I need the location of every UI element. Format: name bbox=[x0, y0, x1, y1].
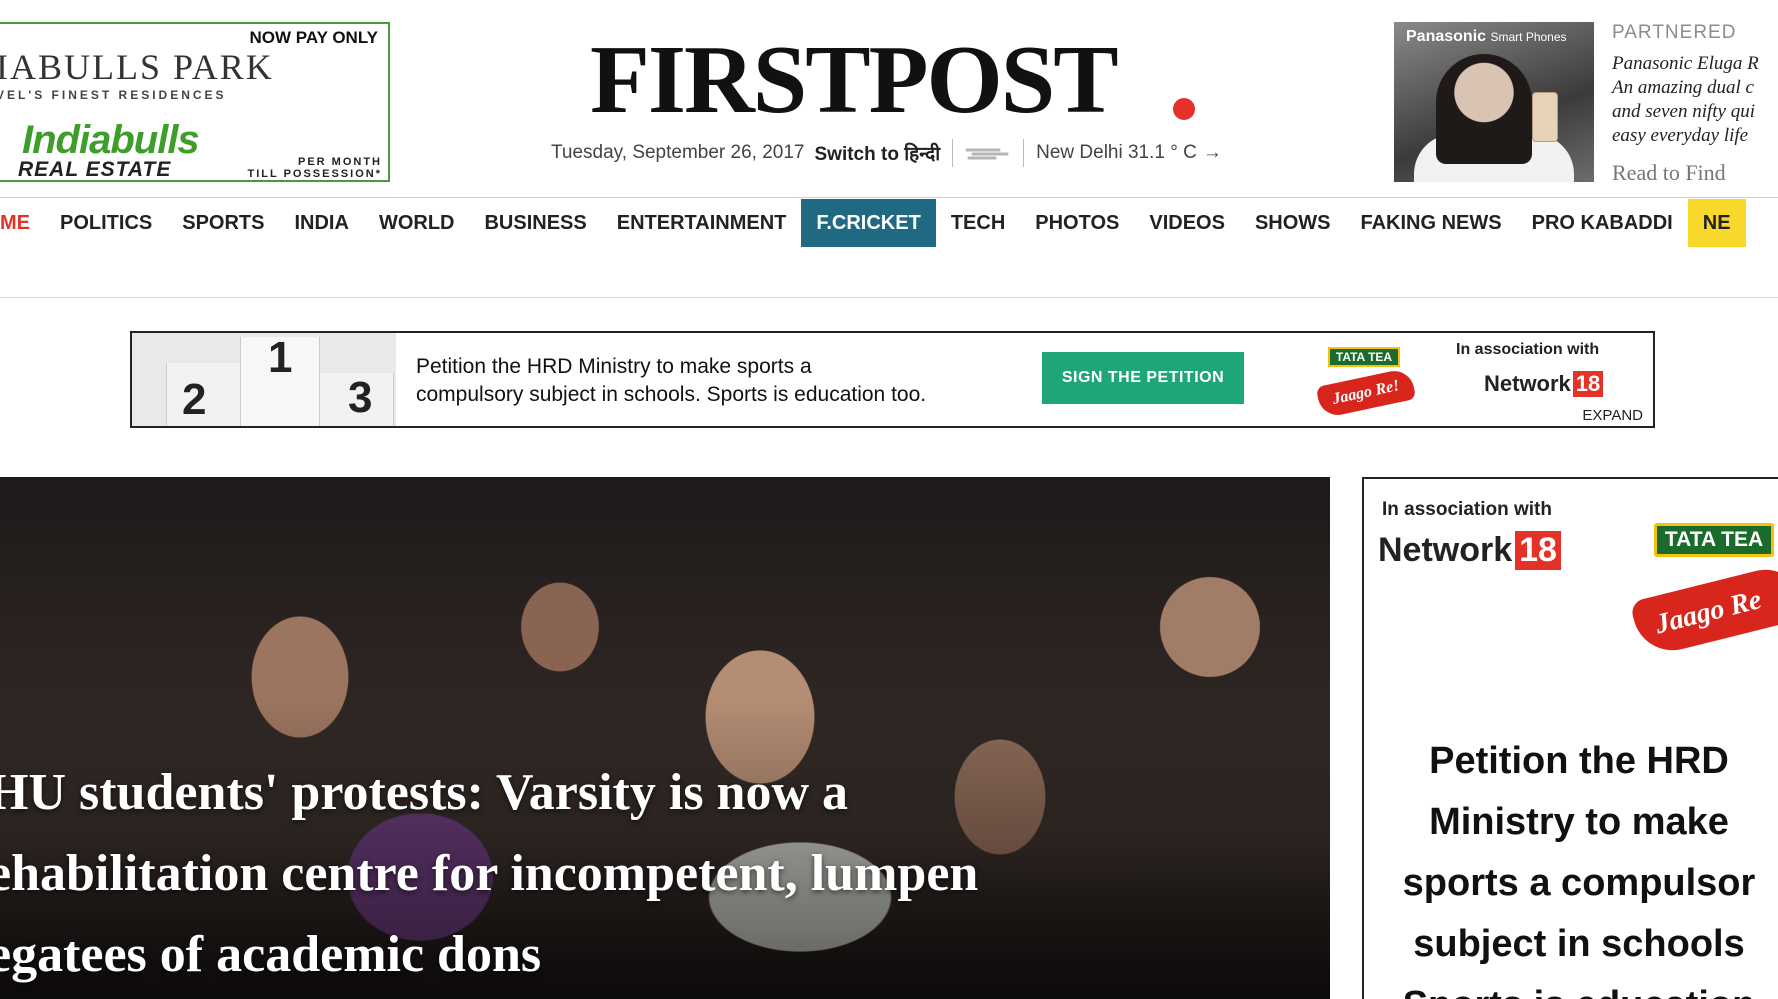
hero-headline-line: HU students' protests: Varsity is now a bbox=[0, 764, 849, 821]
switch-language-link[interactable]: Switch to हिन्दी bbox=[815, 140, 941, 166]
petition-text: Petition the HRD Ministry to make sports… bbox=[416, 353, 926, 409]
network18-logo: Network 18 bbox=[1378, 531, 1561, 570]
expand-button[interactable]: EXPAND bbox=[1582, 407, 1643, 424]
nav-item-home[interactable]: ME bbox=[0, 199, 45, 247]
haze-weather-icon bbox=[965, 145, 1011, 161]
current-date: Tuesday, September 26, 2017 bbox=[551, 142, 805, 163]
nav-item-shows[interactable]: SHOWS bbox=[1240, 199, 1346, 247]
podium-number: 1 bbox=[268, 333, 293, 382]
dateline: Tuesday, September 26, 2017 Switch to हि… bbox=[551, 139, 1222, 167]
side-ad-line: Petition the HRD bbox=[1429, 740, 1729, 782]
divider bbox=[1023, 139, 1025, 167]
weather-text[interactable]: New Delhi 31.1 ° C bbox=[1036, 142, 1197, 164]
side-ad-line: Sports is education bbox=[1364, 975, 1778, 999]
nav-item-india[interactable]: INDIA bbox=[279, 199, 363, 247]
nav-bottom-rule bbox=[0, 297, 1778, 298]
nav-item-tech[interactable]: TECH bbox=[936, 199, 1020, 247]
nav-item-sports[interactable]: SPORTS bbox=[167, 199, 279, 247]
association-label: In association with bbox=[1456, 341, 1600, 358]
side-ad-line: subject in schools bbox=[1413, 923, 1745, 965]
ad-model-image bbox=[1436, 54, 1532, 164]
indiabulls-logo: Indiabulls bbox=[22, 118, 200, 162]
partnered-label: PARTNERED bbox=[1612, 22, 1737, 43]
ad-park-name: IABULLS PARK bbox=[0, 47, 274, 87]
network18-logo: Network 18 bbox=[1484, 371, 1604, 397]
nav-top-rule bbox=[0, 197, 1778, 198]
main-nav: ME POLITICS SPORTS INDIA WORLD BUSINESS … bbox=[0, 199, 1746, 247]
jaago-re-label: Jaago Re bbox=[1629, 561, 1778, 659]
panasonic-sub: Smart Phones bbox=[1490, 30, 1567, 44]
arrow-right-icon[interactable]: → bbox=[1203, 142, 1222, 164]
hero-headline[interactable]: HU students' protests: Varsity is now a … bbox=[0, 752, 1318, 995]
partnered-line: An amazing dual c bbox=[1612, 77, 1754, 98]
nav-item-politics[interactable]: POLITICS bbox=[45, 199, 167, 247]
hero-headline-line: ehabilitation centre for incompetent, lu… bbox=[0, 845, 979, 902]
panasonic-ad[interactable]: Panasonic Smart Phones bbox=[1394, 22, 1594, 182]
partnered-line: easy everyday life bbox=[1612, 125, 1749, 146]
jaago-re-label: Jaago Re! bbox=[1315, 367, 1417, 419]
nav-item-fcricket[interactable]: F.CRICKET bbox=[801, 199, 936, 247]
ad-per-month: PER MONTH bbox=[298, 156, 382, 168]
tata-tea-logo: TATA TEA Jaago Re bbox=[1629, 503, 1778, 663]
divider bbox=[952, 139, 954, 167]
ad-residences: VEL'S FINEST RESIDENCES bbox=[0, 88, 227, 102]
side-ad-copy: Petition the HRD Ministry to make sports… bbox=[1364, 731, 1778, 999]
side-petition-ad[interactable]: In association with Network 18 TATA TEA J… bbox=[1362, 477, 1778, 999]
network-label: Network bbox=[1378, 531, 1513, 569]
read-to-find-link[interactable]: Read to Find bbox=[1612, 160, 1726, 186]
petition-banner-ad[interactable]: 2 1 3 Petition the HRD Ministry to make … bbox=[130, 331, 1655, 428]
network-number: 18 bbox=[1572, 371, 1604, 397]
network-label: Network bbox=[1484, 371, 1571, 396]
nav-item-faking-news[interactable]: FAKING NEWS bbox=[1346, 199, 1517, 247]
network-number: 18 bbox=[1515, 531, 1561, 570]
petition-text-line: compulsory subject in schools. Sports is… bbox=[416, 383, 927, 406]
nav-item-entertainment[interactable]: ENTERTAINMENT bbox=[602, 199, 802, 247]
side-ad-line: Ministry to make bbox=[1429, 801, 1729, 843]
side-ad-line: sports a compulsor bbox=[1402, 862, 1756, 904]
panasonic-logo: Panasonic Smart Phones bbox=[1406, 28, 1567, 46]
nav-item-news[interactable]: NE bbox=[1687, 199, 1746, 247]
tata-tea-label: TATA TEA bbox=[1654, 523, 1774, 557]
logo-dot bbox=[1173, 98, 1195, 120]
tata-tea-logo: TATA TEA Jaago Re! bbox=[1315, 341, 1417, 426]
podium-image: 2 1 3 bbox=[132, 333, 396, 426]
association-label: In association with bbox=[1382, 499, 1552, 520]
partnered-line: and seven nifty qui bbox=[1612, 101, 1755, 122]
tata-tea-label: TATA TEA bbox=[1328, 347, 1400, 367]
indiabulls-ad[interactable]: NOW PAY ONLY IABULLS PARK VEL'S FINEST R… bbox=[0, 22, 390, 182]
podium-number: 2 bbox=[182, 375, 207, 424]
ad-tagline: NOW PAY ONLY bbox=[249, 28, 378, 47]
nav-item-business[interactable]: BUSINESS bbox=[469, 199, 601, 247]
site-logo[interactable]: FIRSTPOST bbox=[590, 30, 1119, 130]
panasonic-brand: Panasonic bbox=[1406, 28, 1487, 45]
nav-item-pro-kabaddi[interactable]: PRO KABADDI bbox=[1517, 199, 1688, 247]
partnered-copy[interactable]: Panasonic Eluga R An amazing dual c and … bbox=[1612, 52, 1778, 148]
phone-image bbox=[1532, 92, 1558, 142]
ad-possession: TILL POSSESSION* bbox=[247, 168, 382, 180]
sign-petition-button[interactable]: SIGN THE PETITION bbox=[1042, 352, 1244, 404]
nav-item-photos[interactable]: PHOTOS bbox=[1020, 199, 1134, 247]
nav-item-world[interactable]: WORLD bbox=[364, 199, 470, 247]
ad-terms: PER MONTH TILL POSSESSION* bbox=[248, 156, 383, 180]
hero-headline-line: egatees of academic dons bbox=[0, 926, 542, 983]
nav-item-videos[interactable]: VIDEOS bbox=[1134, 199, 1240, 247]
ad-division: REAL ESTATE bbox=[18, 158, 172, 181]
podium-number: 3 bbox=[348, 373, 373, 422]
petition-text-line: Petition the HRD Ministry to make sports… bbox=[416, 355, 812, 378]
partnered-line: Panasonic Eluga R bbox=[1612, 53, 1759, 74]
